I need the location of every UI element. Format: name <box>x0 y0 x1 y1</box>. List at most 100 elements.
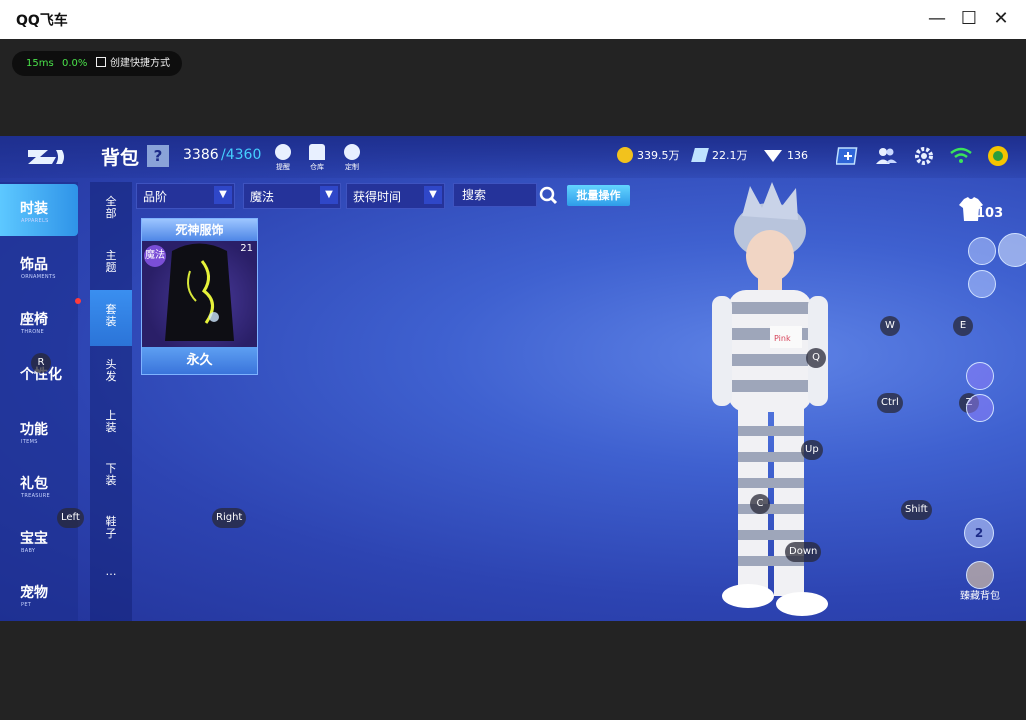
outfit-level-badge[interactable]: 103 <box>958 196 1008 226</box>
batch-operation-button[interactable]: 批量操作 <box>567 185 630 206</box>
tab-label: … <box>105 565 117 578</box>
key-hint-down: Down <box>785 542 822 562</box>
key-hint-ctrl: Ctrl <box>877 393 903 413</box>
nav-label: 宠物 <box>20 585 48 601</box>
remind-button[interactable]: 提醒 <box>271 144 295 174</box>
tab-shoes[interactable]: 鞋子 <box>90 504 132 560</box>
create-shortcut-label: 创建快捷方式 <box>110 58 170 69</box>
vehicle-button[interactable] <box>968 237 996 265</box>
customize-button[interactable]: 定制 <box>340 144 364 174</box>
item-card[interactable]: 死神服饰 魔法 21 永久 <box>141 218 258 375</box>
nav-item-items[interactable]: 功能 ITEMS <box>0 405 78 457</box>
nav-sublabel: ORNAMENTS <box>21 274 56 280</box>
speed-logo-icon[interactable] <box>26 146 66 168</box>
sort-filter-label: 获得时间 <box>353 190 402 204</box>
warehouse-icon <box>309 144 325 160</box>
close-button[interactable]: ✕ <box>989 8 1013 30</box>
search-input[interactable] <box>453 183 537 207</box>
tab-label: 主题 <box>105 249 117 274</box>
type-filter[interactable]: 魔法 ▼ <box>243 183 341 209</box>
item-duration: 永久 <box>142 347 257 374</box>
sort-filter[interactable]: 获得时间 ▼ <box>346 183 445 209</box>
help-button[interactable]: ? <box>147 145 169 167</box>
tab-all[interactable]: 全部 <box>90 182 132 238</box>
coupon-balance[interactable]: 22.1万 <box>691 146 748 166</box>
bulb-icon <box>275 144 291 160</box>
shortcut-icon <box>96 57 106 67</box>
page-title: 背包 <box>101 147 140 169</box>
nav-sublabel: BABY <box>21 548 36 554</box>
tab-hair[interactable]: 头发 <box>90 344 132 400</box>
wardrobe-button[interactable]: 2 <box>964 518 994 548</box>
tab-top[interactable]: 上装 <box>90 398 132 454</box>
add-icon[interactable] <box>836 145 860 167</box>
tab-suit[interactable]: 套装 <box>90 290 132 346</box>
item-image: 魔法 21 <box>142 241 257 347</box>
chevron-down-icon: ▼ <box>320 186 338 204</box>
letterbox-bottom <box>0 621 1026 720</box>
capacity-used: 3386 <box>183 147 219 163</box>
treasure-bag-label: 臻藏背包 <box>960 591 1000 602</box>
perf-overlay: 15ms 0.0% 创建快捷方式 <box>12 51 182 76</box>
latency-value: 15ms <box>26 58 54 69</box>
key-hint-up: Up <box>801 440 823 460</box>
customize-label: 定制 <box>345 163 359 171</box>
nav-item-throne[interactable]: 座椅 THRONE <box>0 295 78 347</box>
emote-button[interactable] <box>966 362 994 390</box>
item-level: 21 <box>240 243 253 254</box>
warehouse-label: 仓库 <box>310 163 324 171</box>
quality-filter[interactable]: 品阶 ▼ <box>136 183 235 209</box>
nav-label: 时装 <box>20 201 48 217</box>
nav-label: 礼包 <box>20 476 48 492</box>
nav-item-pet[interactable]: 宠物 PET <box>0 568 78 620</box>
nav-sublabel: THRONE <box>21 329 44 335</box>
search-icon[interactable] <box>537 183 559 209</box>
treasure-bag-icon <box>966 561 994 589</box>
pose-button[interactable] <box>966 394 994 422</box>
window-titlebar: QQ飞车 — ☐ ✕ <box>0 0 1026 39</box>
avatar[interactable] <box>986 145 1010 167</box>
chevron-down-icon: ▼ <box>424 186 442 204</box>
nav-label: 座椅 <box>20 312 48 328</box>
diamond-value: 136 <box>787 149 808 162</box>
nav-item-treasure[interactable]: 礼包 TREASURE <box>0 459 78 511</box>
gear-icon[interactable] <box>912 145 936 167</box>
key-hint-shift: Shift <box>901 500 932 520</box>
tab-theme[interactable]: 主题 <box>90 234 132 290</box>
create-shortcut-button[interactable]: 创建快捷方式 <box>96 51 170 76</box>
app-title: QQ飞车 <box>16 13 68 29</box>
character-model[interactable]: Pink <box>700 176 860 621</box>
tab-label: 套装 <box>105 303 117 328</box>
diamond-balance[interactable]: 136 <box>764 146 808 166</box>
key-hint-c: C <box>750 494 770 514</box>
warehouse-button[interactable]: 仓库 <box>305 144 329 174</box>
nav-label: 宝宝 <box>20 531 48 547</box>
nav-sublabel: APPARELS <box>21 218 49 224</box>
game-viewport[interactable]: 背包 ? 3386 /4360 提醒 仓库 定制 339.5万 22.1万 13… <box>0 136 1026 621</box>
tab-more[interactable]: … <box>90 556 132 612</box>
nav-item-apparels[interactable]: 时装 APPARELS <box>0 184 78 236</box>
maximize-button[interactable]: ☐ <box>957 8 981 30</box>
nav-item-ornaments[interactable]: 饰品 ORNAMENTS <box>0 240 78 292</box>
nav-sublabel: ITEMS <box>21 439 38 445</box>
diamond-icon <box>764 150 782 162</box>
friends-icon[interactable] <box>874 145 898 167</box>
customize-icon <box>344 144 360 160</box>
notification-dot <box>75 298 81 304</box>
wifi-icon <box>950 147 972 163</box>
tab-bottom[interactable]: 下装 <box>90 452 132 508</box>
key-hint-q: Q <box>806 348 826 368</box>
treasure-bag-button[interactable]: 臻藏背包 <box>952 561 1008 602</box>
coin-value: 339.5万 <box>637 149 680 162</box>
key-hint-r: R <box>31 353 51 373</box>
minimize-button[interactable]: — <box>925 8 949 30</box>
coin-balance[interactable]: 339.5万 <box>617 146 680 166</box>
music-button[interactable] <box>968 270 996 298</box>
tab-label: 下装 <box>105 462 117 487</box>
coin-icon <box>617 147 633 163</box>
capacity-total: /4360 <box>221 147 262 163</box>
rotate-view-button[interactable] <box>998 233 1026 267</box>
key-hint-right: Right <box>212 508 247 528</box>
key-hint-e: E <box>953 316 973 336</box>
svg-text:Pink: Pink <box>774 334 791 343</box>
